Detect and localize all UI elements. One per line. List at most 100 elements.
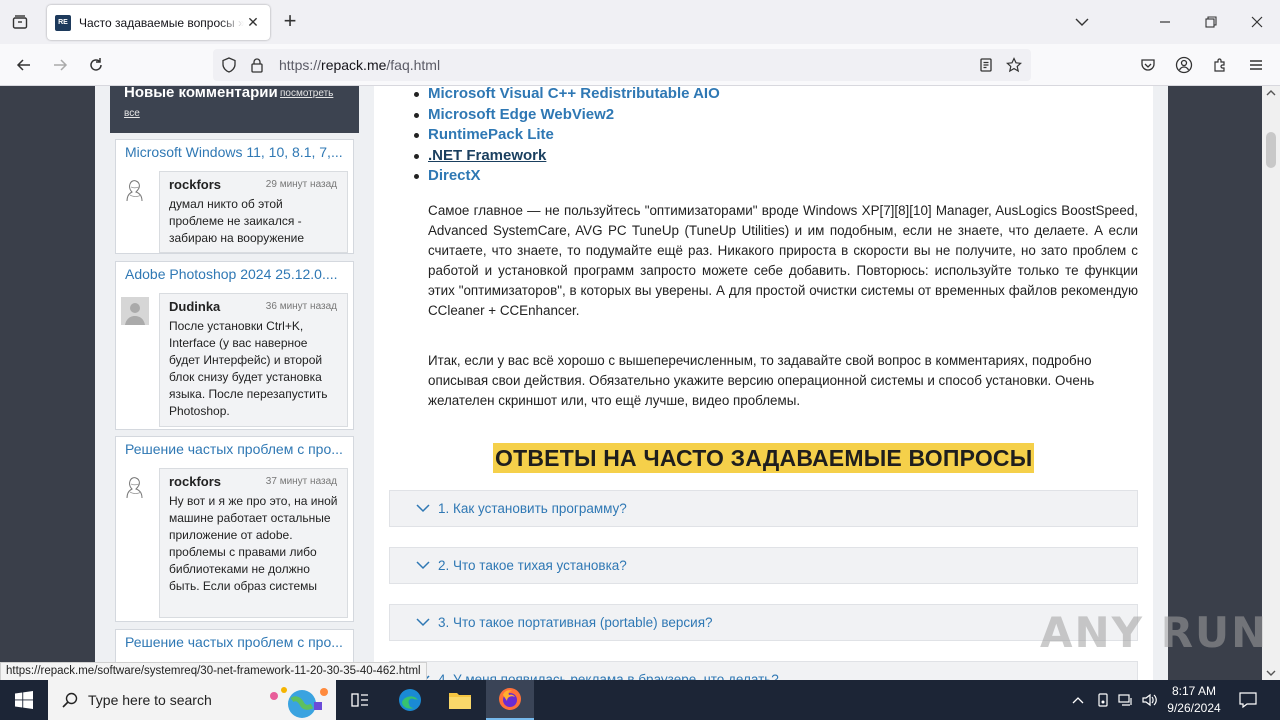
edge-browser-icon	[399, 689, 421, 711]
tracking-protection-shield-icon[interactable]	[221, 57, 237, 73]
paragraph-ask-question: Итак, если у вас всё хорошо с вышеперечи…	[428, 353, 1095, 408]
comment-bubble: Dudinka 36 минут назад После установки C…	[159, 293, 348, 427]
faq-accordion-item[interactable]: 2. Что такое тихая установка?	[389, 547, 1138, 584]
taskbar-search-box[interactable]: Type here to search	[48, 680, 336, 720]
comment-post-link[interactable]: Adobe Photoshop 2024 25.12.0....	[125, 266, 347, 282]
comment-time: 36 минут назад	[265, 301, 337, 312]
reader-view-icon[interactable]	[978, 57, 994, 73]
list-item-link[interactable]: DirectX	[414, 166, 720, 187]
search-highlight-globe-icon	[270, 687, 328, 718]
show-hidden-icons-chevron-up-icon[interactable]	[1066, 680, 1090, 720]
extensions-button[interactable]	[1206, 51, 1234, 79]
tab-list-button[interactable]	[6, 8, 34, 36]
view-all-link-part1[interactable]: посмотреть	[280, 88, 333, 99]
avatar-sketch-icon	[126, 180, 143, 202]
sidebar: Новые комментарии посмотреть все Microso…	[110, 86, 359, 680]
pocket-icon	[1141, 59, 1155, 71]
comment-post-link[interactable]: Решение частых проблем с про...	[125, 634, 347, 650]
account-button[interactable]	[1170, 51, 1198, 79]
pocket-button[interactable]	[1134, 51, 1162, 79]
task-view-button[interactable]	[336, 680, 384, 720]
faq-accordion-item[interactable]: 3. Что такое портативная (portable) верс…	[389, 604, 1138, 641]
start-button[interactable]	[0, 680, 48, 720]
paragraph-optimizers: Самое главное — не пользуйтесь "оптимиза…	[428, 203, 1138, 318]
comment-text: После установки Ctrl+K, Interface (у вас…	[169, 319, 328, 418]
scrollbar-thumb[interactable]	[1266, 132, 1276, 168]
edge-taskbar-button[interactable]	[386, 680, 434, 720]
comment-card: Adobe Photoshop 2024 25.12.0.... Dudinka…	[115, 261, 354, 430]
list-item-link[interactable]: RuntimePack Lite	[414, 125, 720, 146]
task-view-icon	[351, 693, 368, 707]
menu-button[interactable]	[1242, 51, 1270, 79]
folder-icon	[449, 693, 471, 709]
volume-icon[interactable]	[1138, 680, 1162, 720]
avatar	[121, 297, 149, 325]
close-window-icon[interactable]	[1237, 8, 1277, 36]
page-scrollbar[interactable]	[1262, 86, 1280, 680]
tab-list-icon	[12, 15, 28, 29]
firefox-taskbar-button[interactable]	[486, 680, 534, 720]
view-all-link-part2[interactable]: все	[124, 108, 140, 119]
main-content: Microsoft Visual C++ Redistributable AIO…	[374, 86, 1153, 680]
comment-time: 29 минут назад	[265, 179, 337, 190]
address-bar[interactable]: https://repack.me/faq.html	[213, 49, 1031, 81]
system-clock[interactable]: 8:17 AM 9/26/2024	[1160, 683, 1228, 717]
faq-accordion-item[interactable]: 1. Как установить программу?	[389, 490, 1138, 527]
link-status-url: https://repack.me/software/systemreq/30-…	[0, 662, 427, 681]
tab-bar: RE Часто задаваемые вопросы » Re ✕ +	[0, 0, 1280, 44]
comment-post-link[interactable]: Решение частых проблем с про...	[125, 441, 347, 457]
web-page: Новые комментарии посмотреть все Microso…	[0, 86, 1262, 680]
clock-time: 8:17 AM	[1171, 684, 1217, 698]
arrow-left-icon	[16, 59, 30, 71]
chevron-down-icon	[416, 501, 436, 516]
faq-question: 1. Как установить программу?	[438, 501, 627, 516]
comment-text: думал никто об этой проблеме не заикался…	[169, 197, 305, 245]
bookmark-star-icon[interactable]	[1006, 57, 1022, 73]
device-tray-icon[interactable]	[1091, 680, 1115, 720]
file-explorer-taskbar-button[interactable]	[436, 680, 484, 720]
scroll-down-arrow-icon[interactable]	[1262, 666, 1280, 680]
scroll-up-arrow-icon[interactable]	[1262, 86, 1280, 100]
faq-question: 3. Что такое портативная (portable) верс…	[438, 615, 713, 630]
comment-text: Ну вот и я же про это, на иной машине ра…	[169, 494, 338, 593]
default-avatar-icon	[121, 297, 149, 325]
reload-button[interactable]	[82, 51, 110, 79]
anyrun-watermark: ANY RUN	[1040, 608, 1269, 657]
forward-button[interactable]	[46, 51, 74, 79]
faq-accordion-item[interactable]: 4. У меня появилась реклама в браузере, …	[389, 661, 1138, 680]
hamburger-menu-icon	[1250, 60, 1262, 70]
list-item-link[interactable]: .NET Framework	[414, 146, 720, 167]
restore-window-icon[interactable]	[1191, 8, 1231, 36]
new-tab-button[interactable]: +	[278, 9, 302, 35]
windows-logo-icon	[15, 691, 33, 709]
avatar	[121, 175, 149, 203]
account-icon	[1175, 56, 1193, 74]
faq-question: 2. Что такое тихая установка?	[438, 558, 627, 573]
sidebar-header-title: Новые комментарии	[124, 86, 278, 101]
comment-time: 37 минут назад	[265, 476, 337, 487]
list-all-tabs-chevron-down-icon[interactable]	[1062, 8, 1102, 36]
browser-tab-active[interactable]: RE Часто задаваемые вопросы » Re ✕	[47, 5, 270, 40]
list-item-link[interactable]: Microsoft Visual C++ Redistributable AIO	[414, 86, 720, 105]
tab-title: Часто задаваемые вопросы » Re	[79, 15, 244, 30]
reload-icon	[90, 58, 102, 71]
close-tab-icon[interactable]: ✕	[244, 14, 262, 31]
faq-heading: ОТВЕТЫ НА ЧАСТО ЗАДАВАЕМЫЕ ВОПРОСЫ	[493, 443, 1035, 473]
network-icon[interactable]	[1114, 680, 1138, 720]
lock-icon[interactable]	[249, 57, 265, 73]
list-item-link[interactable]: Microsoft Edge WebView2	[414, 105, 720, 126]
comment-card: Microsoft Windows 11, 10, 8.1, 7,... roc…	[115, 139, 354, 254]
back-button[interactable]	[10, 51, 38, 79]
comment-post-link[interactable]: Microsoft Windows 11, 10, 8.1, 7,...	[125, 144, 347, 160]
firefox-icon	[499, 688, 521, 710]
comment-bubble: rockfors 37 минут назад Ну вот и я же пр…	[159, 468, 348, 618]
minimize-window-icon[interactable]	[1145, 8, 1185, 36]
required-software-list: Microsoft Visual C++ Redistributable AIO…	[414, 86, 720, 187]
puzzle-piece-icon	[1214, 58, 1225, 72]
url-text[interactable]: https://repack.me/faq.html	[279, 57, 440, 73]
chevron-down-icon	[416, 558, 436, 573]
clock-date: 9/26/2024	[1167, 701, 1221, 715]
notification-center-icon[interactable]	[1236, 680, 1260, 720]
windows-taskbar: Type here to search 8:17 AM 9/26/2024	[0, 680, 1280, 720]
sidebar-header: Новые комментарии посмотреть все	[110, 86, 359, 133]
